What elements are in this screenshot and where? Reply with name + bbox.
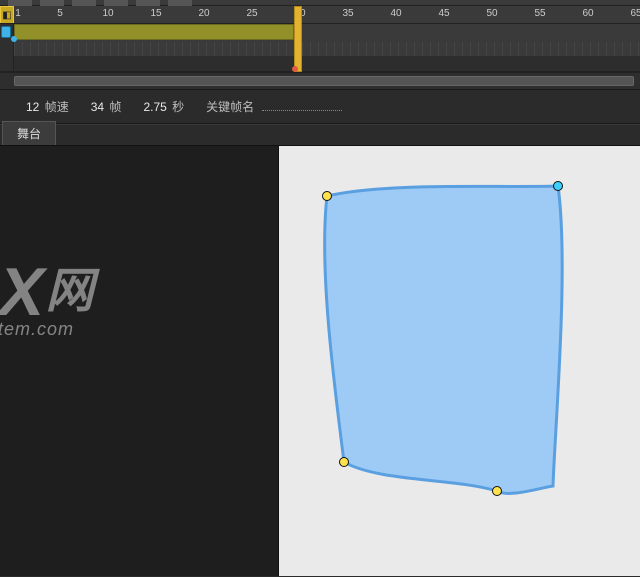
timeline-info-bar: 12 帧速 34 帧 2.75 秒 关键帧名: [0, 90, 640, 124]
ruler-tick: 20: [198, 8, 209, 19]
timeline-ticks: [14, 42, 640, 56]
ruler-tick: 35: [342, 8, 353, 19]
shape-path[interactable]: [325, 186, 563, 493]
watermark-mid: 网: [46, 265, 92, 318]
timeline-clip[interactable]: [14, 24, 294, 40]
watermark-small: system.com: [0, 319, 74, 339]
keyframe-name-input[interactable]: [262, 99, 342, 111]
watermark: GX 网 system.com: [0, 258, 92, 344]
control-point[interactable]: [339, 457, 349, 467]
fps-value: 12: [26, 100, 39, 114]
ruler-tick: 65: [630, 8, 640, 19]
shape[interactable]: [279, 146, 640, 576]
frames-readout: 34 帧: [91, 98, 122, 115]
control-point[interactable]: [322, 191, 332, 201]
track-header[interactable]: [0, 24, 14, 71]
ruler-handle-icon[interactable]: ◧: [0, 6, 14, 24]
playhead[interactable]: [294, 6, 302, 72]
tab-strip: 舞台: [0, 124, 640, 146]
ruler-tick: 45: [438, 8, 449, 19]
stage-canvas[interactable]: [278, 146, 640, 576]
ruler-numbers: 1 5 10 15 20 25 30 35 40 45 50 55 60 65: [14, 6, 640, 23]
ruler-tick: 40: [390, 8, 401, 19]
ruler-tick: 60: [582, 8, 593, 19]
seconds-label: 秒: [172, 100, 184, 114]
ruler-tick: 15: [150, 8, 161, 19]
timeline-empty: [14, 56, 640, 71]
timeline-tracks[interactable]: [0, 24, 640, 72]
seconds-readout: 2.75 秒: [143, 98, 184, 115]
pin-icon[interactable]: [1, 26, 11, 38]
ruler-tick: 5: [57, 8, 63, 19]
stage-gray-area[interactable]: GX 网 system.com: [0, 146, 278, 576]
tab-stage[interactable]: 舞台: [2, 121, 56, 145]
keyframe-dot[interactable]: [11, 36, 17, 42]
fps-label: 帧速: [45, 100, 69, 114]
keyframe-name: 关键帧名: [206, 98, 341, 115]
frames-label: 帧: [109, 100, 121, 114]
frames-value: 34: [91, 100, 104, 114]
ruler-tick: 50: [486, 8, 497, 19]
timeline-ruler[interactable]: ◧ 1 5 10 15 20 25 30 35 40 45 50 55 60 6…: [0, 6, 640, 24]
ruler-tick: 1: [15, 8, 21, 19]
timeline-scrollbar[interactable]: [0, 72, 640, 90]
stage[interactable]: GX 网 system.com: [0, 146, 640, 576]
ruler-tick: 25: [246, 8, 257, 19]
seconds-value: 2.75: [143, 100, 166, 114]
keyframe-name-label: 关键帧名: [206, 100, 254, 114]
ruler-tick: 10: [102, 8, 113, 19]
control-point[interactable]: [492, 486, 502, 496]
control-point[interactable]: [553, 181, 563, 191]
scrollbar-thumb[interactable]: [14, 76, 634, 86]
ruler-tick: 55: [534, 8, 545, 19]
fps-readout: 12 帧速: [26, 98, 69, 115]
